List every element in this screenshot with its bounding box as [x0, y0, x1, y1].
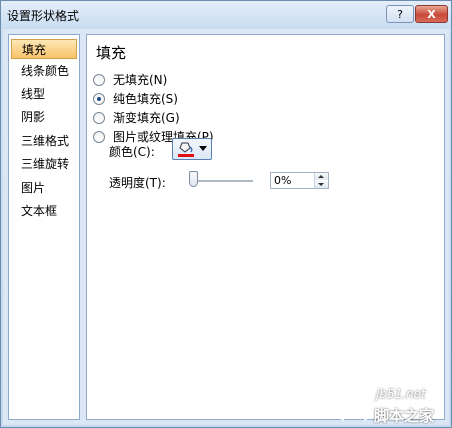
sidebar-item-line-color[interactable]: 线条颜色	[11, 61, 77, 81]
solid-fill-radio[interactable]	[93, 93, 105, 105]
format-shape-dialog: 设置形状格式 ? X 填充 线条颜色 线型 阴影 三维格式 三维旋转 图片 文本…	[0, 0, 452, 428]
sidebar-item-picture[interactable]: 图片	[11, 178, 77, 198]
dialog-title: 设置形状格式	[7, 9, 80, 23]
fill-color-button[interactable]	[172, 138, 212, 160]
no-fill-label: 无填充(N)	[113, 73, 168, 87]
help-button[interactable]: ?	[386, 5, 414, 23]
dialog-body: 填充 线条颜色 线型 阴影 三维格式 三维旋转 图片 文本框 填充 无填充(N)…	[3, 29, 449, 425]
gradient-fill-radio[interactable]	[93, 112, 105, 124]
gradient-fill-label: 渐变填充(G)	[113, 111, 180, 125]
sidebar-item-shadow[interactable]: 阴影	[11, 107, 77, 127]
chevron-down-icon	[199, 146, 207, 151]
watermark-site: jb51.net	[376, 387, 426, 401]
color-swatch	[178, 154, 194, 157]
transparency-slider-track[interactable]	[191, 180, 253, 183]
paint-bucket-icon	[179, 142, 193, 153]
sidebar-item-3d-rotation[interactable]: 三维旋转	[11, 154, 77, 174]
watermark-logo-icon	[340, 388, 368, 421]
watermark-name: 脚本之家	[374, 407, 435, 425]
transparency-slider-thumb[interactable]	[189, 171, 198, 187]
title-bar[interactable]: 设置形状格式 ? X	[1, 1, 451, 29]
close-button[interactable]: X	[415, 5, 448, 23]
panel-title: 填充	[96, 44, 127, 62]
transparency-spinbox[interactable]: 0%	[270, 172, 329, 189]
transparency-label: 透明度(T):	[109, 176, 166, 190]
transparency-value[interactable]: 0%	[274, 174, 291, 188]
fill-panel: 填充 无填充(N) 纯色填充(S) 渐变填充(G) 图片或纹理填充(P) 颜色(…	[86, 34, 445, 420]
spin-buttons	[314, 173, 328, 188]
sidebar-item-fill[interactable]: 填充	[11, 39, 77, 59]
category-list: 填充 线条颜色 线型 阴影 三维格式 三维旋转 图片 文本框	[8, 34, 80, 420]
no-fill-radio[interactable]	[93, 74, 105, 86]
spin-down-button[interactable]	[315, 181, 328, 188]
color-label: 颜色(C):	[109, 145, 155, 159]
solid-fill-label: 纯色填充(S)	[113, 92, 178, 106]
sidebar-item-3d-format[interactable]: 三维格式	[11, 131, 77, 151]
picture-fill-radio[interactable]	[93, 131, 105, 143]
spin-up-button[interactable]	[315, 173, 328, 180]
sidebar-item-text-box[interactable]: 文本框	[11, 201, 77, 221]
sidebar-item-line-style[interactable]: 线型	[11, 84, 77, 104]
